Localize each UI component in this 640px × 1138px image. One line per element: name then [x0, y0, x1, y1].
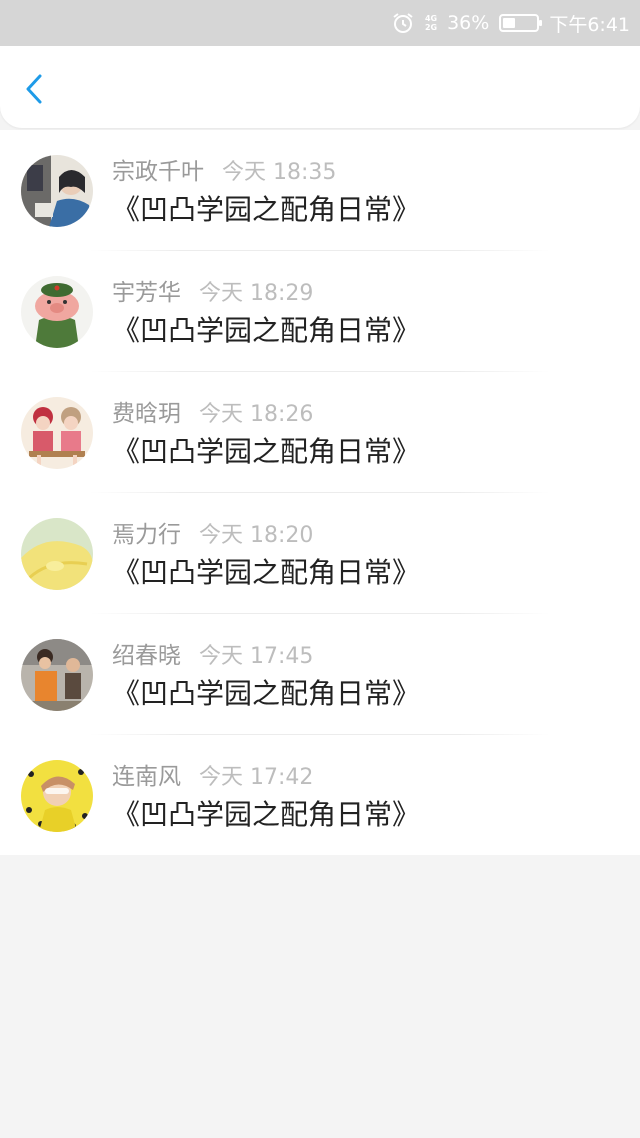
- status-time: 下午6:41: [549, 13, 630, 36]
- network-4g-label: 4G: [424, 14, 438, 23]
- list-item[interactable]: 宇芳华 今天 18:29 《凹凸学园之配角日常》: [0, 251, 640, 372]
- back-button[interactable]: [16, 68, 56, 108]
- list-item[interactable]: 绍春晓 今天 17:45 《凹凸学园之配角日常》: [0, 614, 640, 735]
- comment-message: 《凹凸学园之配角日常》: [112, 556, 421, 589]
- author-name: 绍春晓: [112, 643, 181, 669]
- chevron-left-icon: [26, 74, 42, 104]
- battery-percent: 36%: [447, 12, 490, 34]
- battery-fill: [503, 18, 515, 28]
- author-name: 费晗玥: [112, 401, 181, 427]
- comment-author: 宗政千叶 今天 18:35: [112, 152, 336, 186]
- battery-icon: [499, 14, 543, 32]
- list-item[interactable]: 费晗玥 今天 18:26 《凹凸学园之配角日常》: [0, 372, 640, 493]
- list-item[interactable]: 连南风 今天 17:42 《凹凸学园之配角日常》: [0, 735, 640, 856]
- comment-time: 今天 17:45: [199, 644, 314, 669]
- comment-message: 《凹凸学园之配角日常》: [112, 314, 421, 347]
- network-2g-label: 2G: [424, 23, 438, 32]
- avatar-image: [21, 276, 93, 348]
- alarm-clock-icon: [393, 13, 413, 33]
- avatar-image: [21, 518, 93, 590]
- avatar[interactable]: [21, 397, 93, 469]
- avatar[interactable]: [21, 518, 93, 590]
- list-item[interactable]: 宗政千叶 今天 18:35 《凹凸学园之配角日常》: [0, 130, 640, 251]
- avatar-image: [21, 639, 93, 711]
- comment-author: 宇芳华 今天 18:29: [112, 273, 313, 307]
- comment-author: 费晗玥 今天 18:26: [112, 394, 313, 428]
- comment-time: 今天 18:20: [199, 523, 314, 548]
- list-item[interactable]: 焉力行 今天 18:20 《凹凸学园之配角日常》: [0, 493, 640, 614]
- avatar[interactable]: [21, 639, 93, 711]
- comment-list: 宗政千叶 今天 18:35 《凹凸学园之配角日常》 宇芳华 今天 18:29 《凹凸…: [0, 130, 640, 855]
- comment-author: 焉力行 今天 18:20: [112, 515, 313, 549]
- avatar[interactable]: [21, 760, 93, 832]
- avatar[interactable]: [21, 155, 93, 227]
- comment-time: 今天 18:35: [222, 160, 337, 185]
- avatar[interactable]: [21, 276, 93, 348]
- author-name: 焉力行: [112, 522, 181, 548]
- avatar-image: [21, 397, 93, 469]
- nav-bar: [0, 46, 640, 128]
- comment-time: 今天 18:29: [199, 281, 314, 306]
- comment-author: 连南风 今天 17:42: [112, 757, 313, 791]
- comment-message: 《凹凸学园之配角日常》: [112, 677, 421, 710]
- comment-time: 今天 18:26: [199, 402, 314, 427]
- comment-time: 今天 17:42: [199, 765, 314, 790]
- comment-message: 《凹凸学园之配角日常》: [112, 435, 421, 468]
- comment-message: 《凹凸学园之配角日常》: [112, 193, 421, 226]
- author-name: 宇芳华: [112, 280, 181, 306]
- avatar-image: [21, 760, 93, 832]
- status-bar: 4G 2G 36% 下午6:41: [0, 0, 640, 46]
- comment-message: 《凹凸学园之配角日常》: [112, 798, 421, 831]
- network-indicator: 4G 2G: [425, 14, 437, 32]
- author-name: 宗政千叶: [112, 159, 204, 185]
- comment-author: 绍春晓 今天 17:45: [112, 636, 313, 670]
- author-name: 连南风: [112, 764, 181, 790]
- avatar-image: [21, 155, 93, 227]
